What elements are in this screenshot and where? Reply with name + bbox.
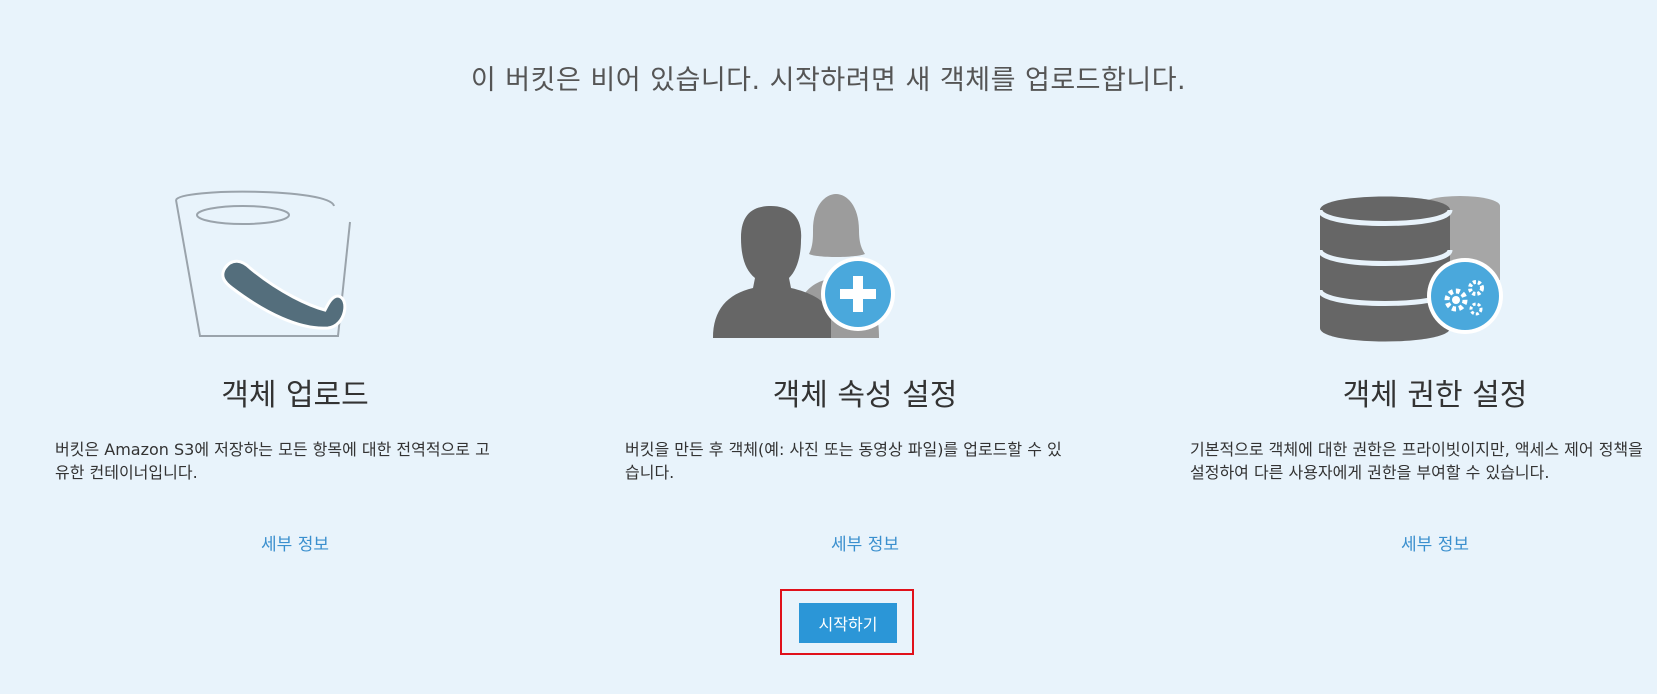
permissions-learn-more-link[interactable]: 세부 정보	[1195, 530, 1657, 555]
upload-description: 버킷은 Amazon S3에 저장하는 모든 항목에 대한 전역적으로 고유한 …	[55, 440, 490, 482]
permissions-title: 객체 권한 설정	[1342, 378, 1528, 413]
properties-description: 버킷을 만든 후 객체(예: 사진 또는 동영상 파일)를 업로드할 수 있습니…	[625, 440, 1062, 482]
properties-title: 객체 속성 설정	[772, 378, 958, 413]
start-button-highlight: 시작하기	[780, 589, 914, 655]
properties-learn-more-link[interactable]: 세부 정보	[625, 530, 1105, 555]
object-permissions-column: 객체 권한 설정 기본적으로 객체에 대한 권한은 프라이빗이지만, 액세스 제…	[1190, 180, 1657, 555]
object-properties-column: 객체 속성 설정 버킷을 만든 후 객체(예: 사진 또는 동영상 파일)를 업…	[625, 180, 1105, 555]
users-add-icon	[625, 180, 1105, 355]
page-headline: 이 버킷은 비어 있습니다. 시작하려면 새 객체를 업로드합니다.	[470, 65, 1187, 96]
get-started-button[interactable]: 시작하기	[799, 603, 897, 643]
database-settings-icon	[1195, 180, 1657, 355]
upload-objects-column: 객체 업로드 버킷은 Amazon S3에 저장하는 모든 항목에 대한 전역적…	[55, 180, 535, 555]
upload-title: 객체 업로드	[221, 378, 369, 413]
permissions-description: 기본적으로 객체에 대한 권한은 프라이빗이지만, 액세스 제어 정책을 설정하…	[1190, 440, 1643, 482]
upload-learn-more-link[interactable]: 세부 정보	[55, 530, 535, 555]
bucket-icon	[55, 180, 535, 355]
